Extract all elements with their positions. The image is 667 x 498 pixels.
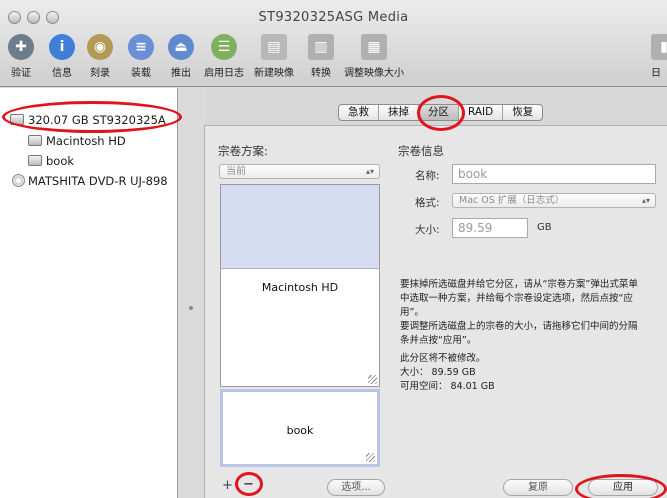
toolbar-new-image-button[interactable]: ▤ 新建映像 bbox=[254, 34, 294, 79]
toolbar-eject-button[interactable]: ⏏ 推出 bbox=[168, 34, 194, 79]
sidebar-volume-macintosh-hd[interactable]: Macintosh HD bbox=[28, 131, 126, 150]
sidebar-optical-drive[interactable]: MATSHITA DVD-R UJ-898 bbox=[12, 171, 168, 190]
tab-first-aid[interactable]: 急救 bbox=[339, 105, 379, 120]
log-window-icon: ▮ bbox=[651, 34, 667, 60]
tab-erase[interactable]: 抹掉 bbox=[379, 105, 419, 120]
microscope-icon: ✚ bbox=[8, 34, 34, 60]
size-label: 大小: bbox=[415, 224, 440, 236]
partition-used-space bbox=[221, 185, 379, 269]
toolbar-resize-image-button[interactable]: ▦ 调整映像大小 bbox=[344, 34, 404, 79]
scheme-title: 宗卷方案: bbox=[218, 144, 268, 158]
toolbar-mount-button[interactable]: ≡ 装载 bbox=[128, 34, 154, 79]
popup-arrows-icon: ▴▾ bbox=[365, 167, 374, 176]
revert-button[interactable]: 复原 bbox=[503, 479, 573, 496]
toolbar-info-button[interactable]: i 信息 bbox=[49, 34, 75, 79]
tab-raid[interactable]: RAID bbox=[459, 105, 504, 120]
splitter-handle[interactable] bbox=[189, 306, 193, 310]
toolbar-burn-button[interactable]: ◉ 刻录 bbox=[87, 34, 113, 79]
resize-grip-icon[interactable] bbox=[366, 453, 375, 462]
name-label: 名称: bbox=[415, 170, 440, 182]
format-popup[interactable]: Mac OS 扩展（日志式） ▴▾ bbox=[452, 193, 656, 208]
popup-arrows-icon: ▴▾ bbox=[641, 196, 650, 205]
hard-disk-icon bbox=[10, 114, 24, 125]
resize-image-icon: ▦ bbox=[361, 34, 387, 60]
tab-partition[interactable]: 分区 bbox=[419, 105, 459, 120]
name-field[interactable]: book bbox=[452, 164, 656, 184]
info-icon: i bbox=[49, 34, 75, 60]
mount-icon: ≡ bbox=[128, 34, 154, 60]
sidebar-disk-item[interactable]: 320.07 GB ST9320325A bbox=[10, 110, 166, 129]
disk-sidebar: 320.07 GB ST9320325A Macintosh HD book M… bbox=[0, 88, 178, 498]
resize-grip-icon[interactable] bbox=[368, 375, 377, 384]
toolbar-log-button[interactable]: ▮ 日 bbox=[651, 34, 667, 79]
options-button[interactable]: 选项... bbox=[327, 479, 385, 496]
scheme-popup[interactable]: 当前 ▴▾ bbox=[219, 164, 380, 179]
volume-icon bbox=[28, 155, 42, 166]
partition-macintosh-hd[interactable]: Macintosh HD bbox=[220, 184, 380, 387]
toolbar-convert-button[interactable]: ▥ 转换 bbox=[308, 34, 334, 79]
tab-restore[interactable]: 恢复 bbox=[503, 105, 542, 120]
log-icon: ☰ bbox=[211, 34, 237, 60]
tab-bar: 急救 抹掉 分区 RAID 恢复 bbox=[338, 104, 544, 121]
window-toolbar: ST9320325ASG Media ✚ 验证 i 信息 ◉ 刻录 ≡ 装载 ⏏… bbox=[0, 0, 667, 87]
new-image-icon: ▤ bbox=[261, 34, 287, 60]
partition-book[interactable]: book bbox=[220, 389, 380, 467]
burn-disc-icon: ◉ bbox=[87, 34, 113, 60]
eject-icon: ⏏ bbox=[168, 34, 194, 60]
size-field[interactable]: 89.59 bbox=[452, 218, 528, 238]
window-title: ST9320325ASG Media bbox=[258, 10, 409, 25]
toolbar-enable-log-button[interactable]: ☰ 启用日志 bbox=[204, 34, 244, 79]
sidebar-volume-book[interactable]: book bbox=[28, 151, 74, 170]
volume-icon bbox=[28, 135, 42, 146]
size-unit: GB bbox=[537, 222, 552, 233]
add-partition-button[interactable]: + bbox=[222, 478, 233, 493]
volume-info-title: 宗卷信息 bbox=[398, 144, 444, 158]
sidebar-splitter[interactable] bbox=[178, 88, 206, 498]
toolbar-verify-button[interactable]: ✚ 验证 bbox=[8, 34, 34, 79]
dvd-drive-icon bbox=[12, 174, 25, 187]
format-label: 格式: bbox=[415, 197, 440, 209]
convert-icon: ▥ bbox=[308, 34, 334, 60]
remove-partition-button[interactable]: − bbox=[243, 477, 254, 492]
partition-instructions: 要抹掉所选磁盘并给它分区，请从“宗卷方案”弹出式菜单 中选取一种方案，并给每个宗… bbox=[400, 279, 638, 346]
partition-status: 此分区将不被修改。 大小： 89.59 GB 可用空间： 84.01 GB bbox=[400, 353, 495, 392]
apply-button[interactable]: 应用 bbox=[588, 479, 658, 496]
